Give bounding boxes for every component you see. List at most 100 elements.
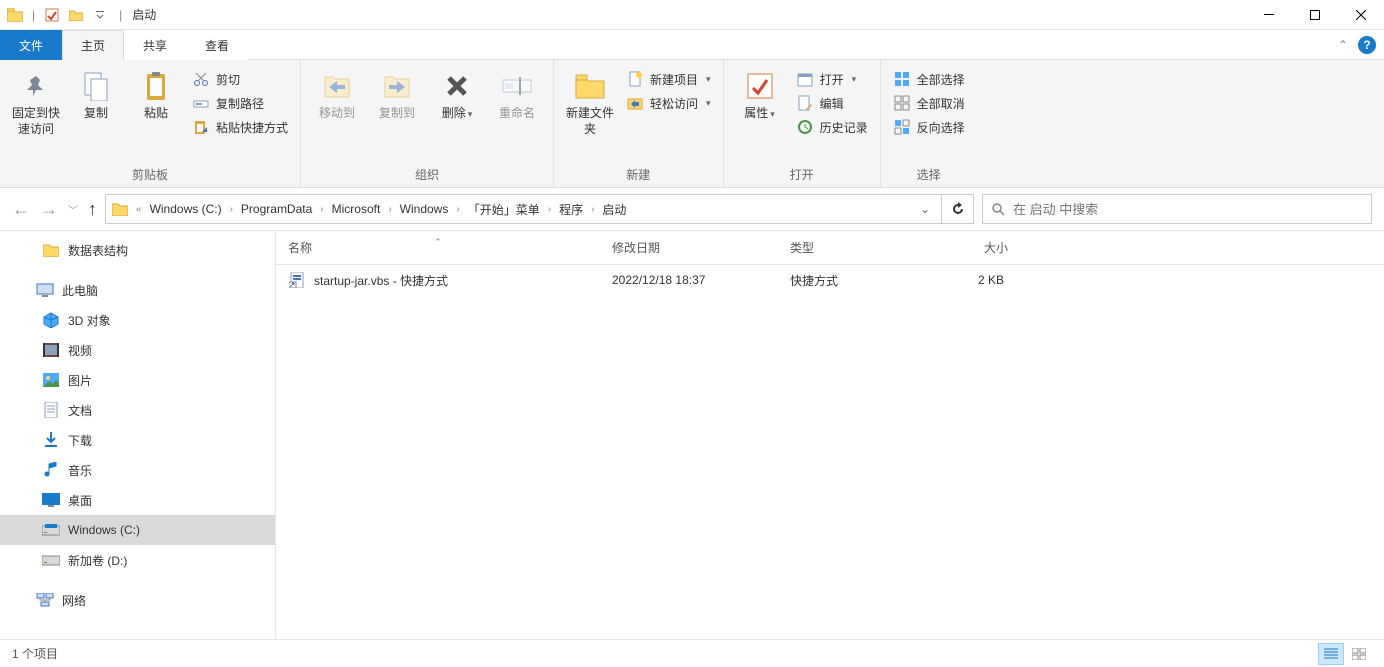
breadcrumb-segment[interactable]: 「开始」菜单 [466,201,542,218]
cut-button[interactable]: 剪切 [188,68,292,90]
up-button[interactable]: ↑ [88,199,97,220]
breadcrumb-segment[interactable]: 启动 [600,201,628,218]
group-label-select: 选择 [889,164,969,187]
refresh-button[interactable] [942,194,974,224]
separator: | [32,8,35,22]
back-button[interactable]: ← [12,199,30,220]
column-size[interactable]: 大小 [930,239,1020,256]
tree-item-downloads[interactable]: 下载 [0,425,275,455]
file-list[interactable]: startup-jar.vbs - 快捷方式 2022/12/18 18:37 … [276,265,1384,639]
group-label-organize: 组织 [309,164,545,187]
chevron-icon[interactable]: « [132,204,146,215]
tree-item-this-pc[interactable]: 此电脑 [0,275,275,305]
copy-to-icon [381,70,413,102]
chevron-right-icon[interactable]: › [226,204,237,215]
tree-item-network[interactable]: 网络 [0,585,275,615]
breadcrumb-segment[interactable]: Microsoft [330,202,383,216]
move-to-icon [321,70,353,102]
folder-small-icon[interactable] [65,4,87,26]
chevron-right-icon[interactable]: › [587,204,598,215]
tree-item-3d[interactable]: 3D 对象 [0,305,275,335]
column-headers: ⌃名称 修改日期 类型 大小 [276,231,1384,265]
move-to-button[interactable]: 移动到 [309,64,365,122]
column-name[interactable]: ⌃名称 [276,239,600,256]
status-bar: 1 个项目 [0,639,1384,667]
breadcrumb-segment[interactable]: ProgramData [239,202,314,216]
sort-asc-icon: ⌃ [434,237,442,248]
search-box[interactable] [982,194,1372,224]
rename-button[interactable]: 重命名 [489,64,545,122]
folder-icon [42,241,60,259]
breadcrumb-segment[interactable]: 程序 [557,201,585,218]
tab-home[interactable]: 主页 [62,30,124,60]
invert-selection-button[interactable]: 反向选择 [889,116,969,138]
tree-item-videos[interactable]: 视频 [0,335,275,365]
desktop-icon [42,491,60,509]
select-all-button[interactable]: 全部选择 [889,68,969,90]
copy-path-button[interactable]: 复制路径 [188,92,292,114]
recent-dropdown-icon[interactable]: ﹀ [68,202,78,217]
close-button[interactable] [1338,0,1384,30]
open-button[interactable]: 打开▾ [792,68,872,90]
documents-icon [42,401,60,419]
ribbon-group-clipboard: 固定到快速访问 复制 粘贴 剪切 复制路径 [0,60,301,187]
tree-item-desktop[interactable]: 桌面 [0,485,275,515]
easy-access-button[interactable]: 轻松访问▾ [622,92,715,114]
pin-quick-access-button[interactable]: 固定到快速访问 [8,64,64,137]
breadcrumb[interactable]: « Windows (C:) › ProgramData › Microsoft… [105,194,942,224]
large-icons-view-button[interactable] [1346,643,1372,665]
properties-icon [744,70,776,102]
delete-button[interactable]: 删除▾ [429,64,485,122]
ribbon-group-select: 全部选择 全部取消 反向选择 选择 [881,60,977,187]
ribbon-tabs: 文件 主页 共享 查看 ⌃ ? [0,30,1384,60]
navigation-pane[interactable]: 数据表结构 此电脑 3D 对象 视频 图片 文档 下载 音乐 [0,231,276,639]
properties-button[interactable]: 属性▾ [732,64,788,122]
collapse-ribbon-icon[interactable]: ⌃ [1338,38,1348,52]
copy-to-button[interactable]: 复制到 [369,64,425,122]
tree-item-drive-d[interactable]: 新加卷 (D:) [0,545,275,575]
breadcrumb-segment[interactable]: Windows [398,202,451,216]
chevron-right-icon[interactable]: › [544,204,555,215]
column-date[interactable]: 修改日期 [600,239,778,256]
tree-item-drive-c[interactable]: Windows (C:) [0,515,275,545]
column-type[interactable]: 类型 [778,239,930,256]
details-view-button[interactable] [1318,643,1344,665]
rename-icon [501,70,533,102]
chevron-right-icon[interactable]: › [452,204,463,215]
minimize-button[interactable] [1246,0,1292,30]
paste-shortcut-button[interactable]: 粘贴快捷方式 [188,116,292,138]
breadcrumb-dropdown-icon[interactable]: ⌄ [913,202,937,216]
tab-file[interactable]: 文件 [0,30,62,60]
maximize-button[interactable] [1292,0,1338,30]
new-item-button[interactable]: 新建项目▾ [622,68,715,90]
edit-button[interactable]: 编辑 [792,92,872,114]
tree-item-documents[interactable]: 文档 [0,395,275,425]
tab-share[interactable]: 共享 [124,30,186,60]
new-folder-button[interactable]: 新建文件夹 [562,64,618,137]
copy-button[interactable]: 复制 [68,64,124,122]
navigation-bar: ← → ﹀ ↑ « Windows (C:) › ProgramData › M… [0,188,1384,230]
tree-item[interactable]: 数据表结构 [0,235,275,265]
file-row[interactable]: startup-jar.vbs - 快捷方式 2022/12/18 18:37 … [276,265,1384,295]
breadcrumb-segment[interactable]: Windows (C:) [148,202,224,216]
separator: | [119,8,122,22]
properties-icon[interactable] [41,4,63,26]
delete-icon [441,70,473,102]
3d-objects-icon [42,311,60,329]
select-none-button[interactable]: 全部取消 [889,92,969,114]
tree-item-pictures[interactable]: 图片 [0,365,275,395]
tree-item-music[interactable]: 音乐 [0,455,275,485]
paste-icon [140,70,172,102]
chevron-right-icon[interactable]: › [384,204,395,215]
qa-dropdown-icon[interactable] [89,4,111,26]
help-icon[interactable]: ? [1358,36,1376,54]
folder-icon [4,4,26,26]
tab-view[interactable]: 查看 [186,30,248,60]
drive-icon [42,551,60,569]
paste-button[interactable]: 粘贴 [128,64,184,122]
chevron-right-icon[interactable]: › [316,204,327,215]
history-button[interactable]: 历史记录 [792,116,872,138]
forward-button[interactable]: → [40,199,58,220]
search-input[interactable] [1013,202,1363,217]
quick-access-toolbar: | [0,4,115,26]
